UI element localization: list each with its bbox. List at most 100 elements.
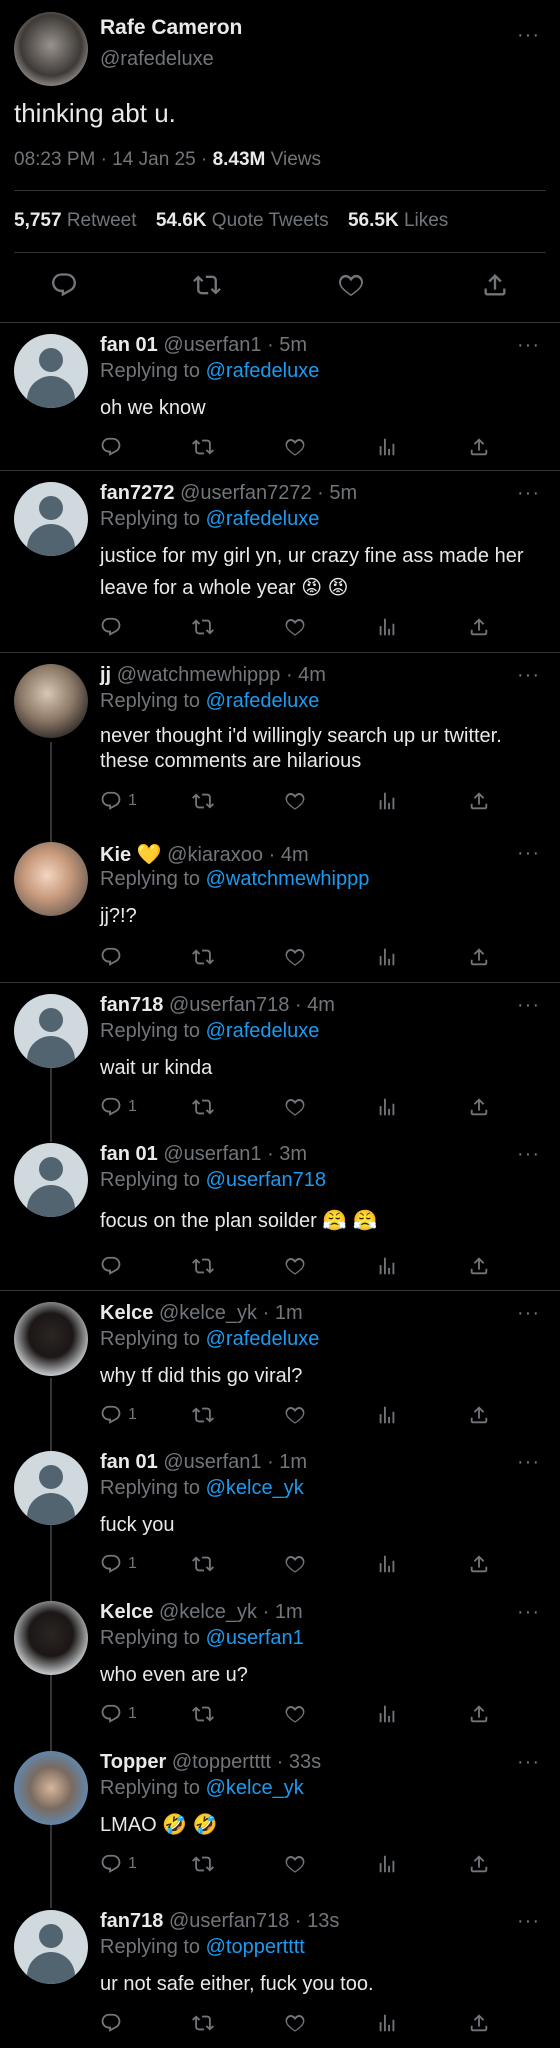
- analytics-icon[interactable]: [376, 2010, 398, 2036]
- reply-author-name[interactable]: fan 01: [100, 334, 158, 356]
- heart-icon[interactable]: [284, 1701, 306, 1727]
- reply-icon[interactable]: 1: [100, 1851, 137, 1877]
- replying-to-handle[interactable]: @rafedeluxe: [206, 508, 320, 530]
- heart-icon[interactable]: [284, 2010, 306, 2036]
- avatar[interactable]: [14, 1601, 88, 1675]
- avatar[interactable]: [14, 1302, 88, 1376]
- more-icon[interactable]: ···: [517, 1302, 540, 1325]
- analytics-icon[interactable]: [376, 788, 398, 814]
- replying-to-handle[interactable]: @rafedeluxe: [206, 690, 320, 712]
- avatar[interactable]: [14, 482, 88, 556]
- analytics-icon[interactable]: [376, 1094, 398, 1120]
- reply-icon[interactable]: [100, 944, 128, 970]
- heart-icon[interactable]: [284, 788, 306, 814]
- reply-icon[interactable]: 1: [100, 1402, 137, 1428]
- more-icon[interactable]: ···: [517, 1601, 540, 1624]
- replying-to-handle[interactable]: @rafedeluxe: [206, 360, 320, 382]
- author-avatar[interactable]: [14, 12, 88, 86]
- replying-to-handle[interactable]: @userfan1: [206, 1627, 304, 1649]
- heart-icon[interactable]: [284, 1851, 306, 1877]
- share-icon[interactable]: [468, 614, 490, 640]
- retweet-icon[interactable]: [192, 1701, 214, 1727]
- replying-to-handle[interactable]: @kelce_yk: [206, 1477, 304, 1499]
- heart-icon[interactable]: [337, 272, 365, 298]
- reply-icon[interactable]: 1: [100, 788, 137, 814]
- heart-icon[interactable]: [284, 614, 306, 640]
- analytics-icon[interactable]: [376, 1551, 398, 1577]
- retweet-icon[interactable]: [192, 614, 214, 640]
- more-icon[interactable]: ···: [517, 664, 540, 687]
- likes-label[interactable]: Likes: [404, 210, 448, 231]
- share-icon[interactable]: [468, 1701, 490, 1727]
- heart-icon[interactable]: [284, 434, 306, 460]
- heart-icon[interactable]: [284, 1402, 306, 1428]
- share-icon[interactable]: [468, 1253, 490, 1279]
- more-icon[interactable]: ···: [517, 482, 540, 505]
- replying-to-handle[interactable]: @rafedeluxe: [206, 1328, 320, 1350]
- share-icon[interactable]: [468, 1402, 490, 1428]
- analytics-icon[interactable]: [376, 1253, 398, 1279]
- more-icon[interactable]: ···: [517, 24, 540, 47]
- more-icon[interactable]: ···: [517, 1143, 540, 1166]
- retweet-icon[interactable]: [192, 1551, 214, 1577]
- heart-icon[interactable]: [284, 1253, 306, 1279]
- retweet-icon[interactable]: [192, 788, 214, 814]
- more-icon[interactable]: ···: [517, 1910, 540, 1933]
- retweet-icon[interactable]: [192, 944, 214, 970]
- more-icon[interactable]: ···: [517, 994, 540, 1017]
- reply-author-name[interactable]: Kelce: [100, 1302, 153, 1324]
- share-icon[interactable]: [468, 2010, 490, 2036]
- avatar[interactable]: [14, 1910, 88, 1984]
- reply-icon[interactable]: 1: [100, 1094, 137, 1120]
- author-name[interactable]: Rafe Cameron: [100, 16, 242, 40]
- heart-icon[interactable]: [284, 1551, 306, 1577]
- replying-to-handle[interactable]: @watchmewhippp: [206, 868, 370, 890]
- replying-to-handle[interactable]: @kelce_yk: [206, 1777, 304, 1799]
- replying-to-handle[interactable]: @toppertttt: [206, 1936, 305, 1958]
- avatar[interactable]: [14, 994, 88, 1068]
- avatar[interactable]: [14, 334, 88, 408]
- reply-author-name[interactable]: fan7272: [100, 482, 175, 504]
- likes-count[interactable]: 56.5K: [348, 210, 399, 231]
- reply-icon[interactable]: 1: [100, 1551, 137, 1577]
- share-icon[interactable]: [468, 944, 490, 970]
- avatar[interactable]: [14, 1751, 88, 1825]
- heart-icon[interactable]: [284, 944, 306, 970]
- reply-icon[interactable]: [100, 1253, 128, 1279]
- retweet-icon[interactable]: [192, 1094, 214, 1120]
- quote-count[interactable]: 54.6K: [156, 210, 207, 231]
- reply-icon[interactable]: [100, 2010, 128, 2036]
- share-icon[interactable]: [468, 1551, 490, 1577]
- analytics-icon[interactable]: [376, 1701, 398, 1727]
- retweet-label[interactable]: Retweet: [67, 210, 137, 231]
- retweet-count[interactable]: 5,757: [14, 210, 62, 231]
- avatar[interactable]: [14, 842, 88, 916]
- replying-to-handle[interactable]: @userfan718: [206, 1169, 326, 1191]
- analytics-icon[interactable]: [376, 1851, 398, 1877]
- author-handle[interactable]: @rafedeluxe: [100, 48, 214, 71]
- more-icon[interactable]: ···: [517, 1451, 540, 1474]
- more-icon[interactable]: ···: [517, 334, 540, 357]
- retweet-icon[interactable]: [192, 434, 214, 460]
- reply-author-name[interactable]: Topper: [100, 1751, 166, 1773]
- avatar[interactable]: [14, 664, 88, 738]
- retweet-icon[interactable]: [193, 272, 221, 298]
- reply-author-name[interactable]: Kelce: [100, 1601, 153, 1623]
- reply-author-name[interactable]: fan 01: [100, 1451, 158, 1473]
- analytics-icon[interactable]: [376, 944, 398, 970]
- analytics-icon[interactable]: [376, 614, 398, 640]
- reply-author-name[interactable]: jj: [100, 664, 111, 686]
- reply-author-name[interactable]: fan 01: [100, 1143, 158, 1165]
- retweet-icon[interactable]: [192, 1253, 214, 1279]
- replying-to-handle[interactable]: @rafedeluxe: [206, 1020, 320, 1042]
- share-icon[interactable]: [481, 272, 509, 298]
- reply-author-name[interactable]: fan718: [100, 1910, 163, 1932]
- heart-icon[interactable]: [284, 1094, 306, 1120]
- more-icon[interactable]: ···: [517, 1751, 540, 1774]
- share-icon[interactable]: [468, 1851, 490, 1877]
- analytics-icon[interactable]: [376, 434, 398, 460]
- quote-label[interactable]: Quote Tweets: [212, 210, 329, 231]
- more-icon[interactable]: ···: [517, 842, 540, 865]
- share-icon[interactable]: [468, 1094, 490, 1120]
- share-icon[interactable]: [468, 788, 490, 814]
